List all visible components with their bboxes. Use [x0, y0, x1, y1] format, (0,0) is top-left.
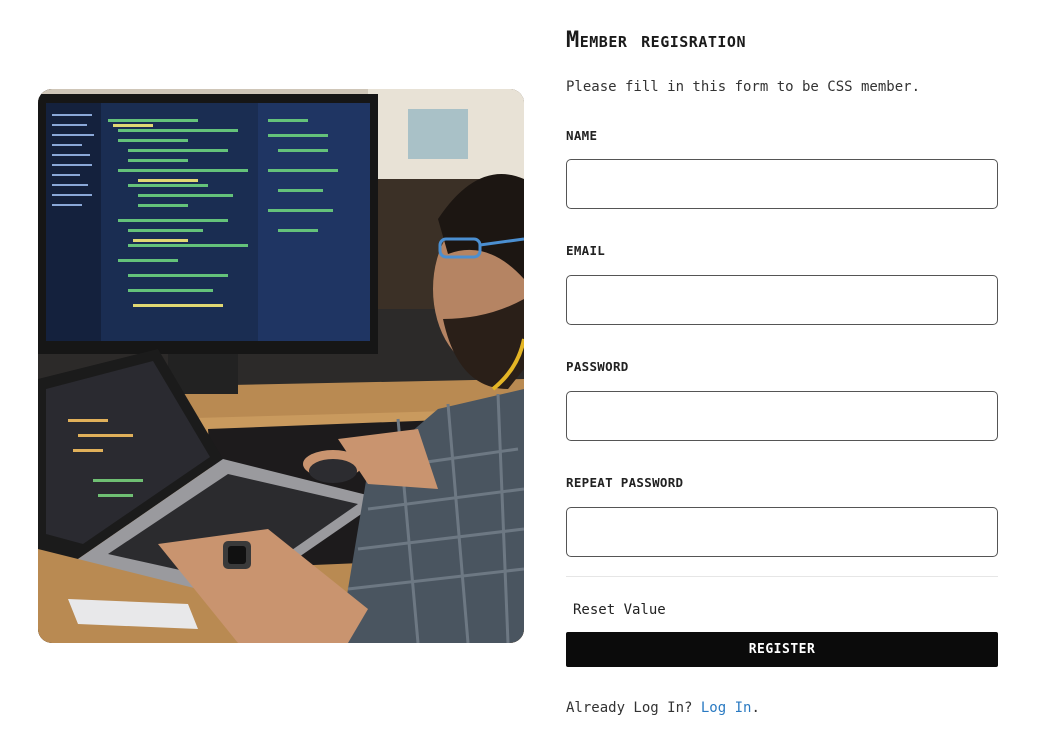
name-label: NAME — [566, 128, 598, 143]
reset-value-button[interactable]: Reset Value — [573, 601, 666, 619]
page-title: Member regisration — [566, 28, 746, 53]
repeat-password-label: REPEAT PASSWORD — [566, 475, 684, 490]
form-divider — [566, 576, 998, 577]
name-field[interactable] — [566, 159, 998, 209]
email-field[interactable] — [566, 275, 998, 325]
login-prompt-line: Already Log In? Log In. — [566, 698, 998, 718]
developer-workspace-photo — [38, 89, 524, 643]
registration-form: Member regisration Please fill in this f… — [566, 22, 998, 718]
form-subtitle: Please fill in this form to be CSS membe… — [566, 79, 921, 95]
password-label: PASSWORD — [566, 359, 629, 374]
repeat-password-field[interactable] — [566, 507, 998, 557]
email-label: EMAIL — [566, 243, 606, 258]
login-link[interactable]: Log In — [701, 700, 752, 716]
register-button[interactable]: REGISTER — [566, 632, 998, 667]
password-field[interactable] — [566, 391, 998, 441]
login-prompt-text: Already Log In? — [566, 700, 693, 716]
login-suffix: . — [751, 700, 760, 716]
